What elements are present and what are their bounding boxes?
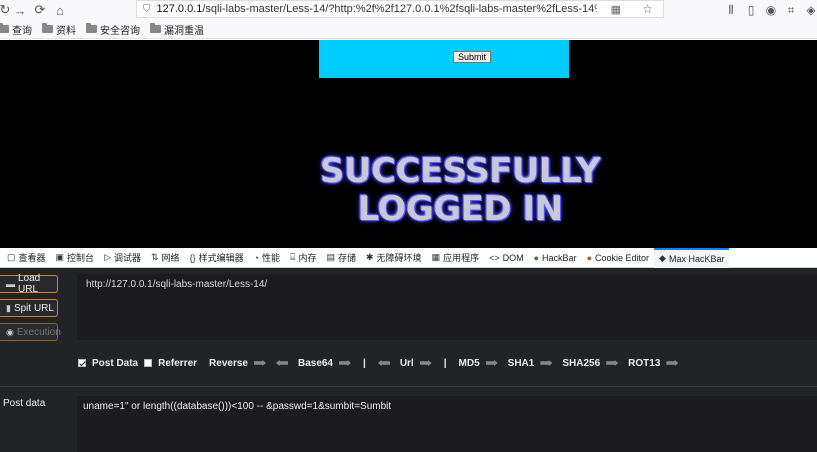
tab-memory[interactable]: ⌸ 内存 [285,248,321,268]
accessibility-icon: ✱ [366,252,374,262]
network-icon: ⇅ [151,252,159,262]
split-url-button[interactable]: ▮ Spit URL [0,299,58,317]
encode-arrow-icon[interactable] [666,360,679,366]
debugger-icon: ▷ [104,252,111,262]
max-hackbar-icon: ◆ [659,253,666,263]
encode-arrow-icon[interactable] [253,360,266,366]
md5-button[interactable]: MD5 [459,358,480,369]
qr-code-icon[interactable]: ▦ [611,3,621,16]
success-line-2: LOGGED IN [357,189,563,229]
reload-icon[interactable]: ↻ [0,0,10,20]
execute-button[interactable]: ◉ Execution [0,323,61,341]
tab-performance[interactable]: ◔ 性能 [249,248,285,268]
login-form-box: Submit [319,40,569,78]
separator: | [363,357,366,369]
toolbar-right: ⫴ ▯ ◉ ⌗ ◈ ≡ [724,0,817,20]
tab-debugger[interactable]: ▷ 调试器 [99,248,146,268]
bookmarks-bar: 查询 资料 安全咨询 漏洞重温 [0,20,817,39]
url-text[interactable]: 127.0.0.1/sqli-labs-master/Less-14/?http… [157,3,597,15]
application-icon: ▦ [431,252,441,262]
encode-arrow-icon[interactable] [419,360,432,366]
home-icon[interactable]: ⌂ [50,0,70,20]
tab-console[interactable]: ▣ 控制台 [51,248,100,268]
referrer-checkbox[interactable] [144,359,153,367]
tab-style-editor[interactable]: {} 样式编辑器 [185,248,249,268]
execute-icon: ◉ [6,326,14,337]
tab-storage[interactable]: ▤ 存储 [321,248,361,268]
bookmark-item[interactable]: 查询 [0,22,32,37]
style-editor-icon: {} [189,252,196,263]
folder-icon [0,23,9,33]
decode-arrow-icon[interactable] [276,360,288,366]
decode-arrow-icon[interactable] [378,360,390,366]
tab-hackbar[interactable]: ● HackBar [529,248,582,268]
separator: | [443,357,447,369]
load-url-button[interactable]: ▬ Load URL [0,273,58,295]
reload-page-icon[interactable]: ⟳ [30,0,50,20]
bookmark-star-icon[interactable]: ☆ [642,2,653,16]
split-icon: ▮ [6,302,11,313]
folder-icon [42,23,53,33]
storage-icon: ▤ [326,252,335,262]
address-bar[interactable]: ⛉ 127.0.0.1/sqli-labs-master/Less-14/?ht… [136,0,664,18]
console-icon: ▣ [55,252,65,262]
encode-arrow-icon[interactable] [606,360,619,366]
reverse-button[interactable]: Reverse [209,358,248,369]
load-icon: ▬ [6,279,15,289]
tab-cookie-editor[interactable]: ● Cookie Editor [582,248,654,268]
devtools-tab-bar: ▢ 查看器 ▣ 控制台 ▷ 调试器 ⇅ 网络 {} 样式编辑器 ◔ 性能 ⌸ 内存 ▤ 存储 ✱… [0,247,817,268]
account-icon[interactable]: ◉ [764,3,778,17]
forward-icon[interactable]: → [10,0,30,20]
post-data-checkbox[interactable] [78,359,86,367]
options-row: Post Data Referrer Reverse Base64 | Url … [78,356,679,370]
tab-network[interactable]: ⇅ 网络 [146,248,185,268]
encode-arrow-icon[interactable] [540,360,553,366]
dom-icon: <> [489,252,500,263]
sha1-button[interactable]: SHA1 [508,358,535,369]
cookie-icon: ● [586,252,592,263]
url-encode-label: Url [399,357,414,369]
encode-arrow-icon[interactable] [339,360,351,366]
url-textarea[interactable]: http://127.0.0.1/sqli-labs-master/Less-1… [77,274,817,340]
tab-accessibility[interactable]: ✱ 无障碍环境 [361,248,427,268]
success-banner: SUCCESSFULLY LOGGED IN [260,152,660,228]
bookmark-item[interactable]: 漏洞重温 [150,22,204,37]
hackbar-icon: ● [533,252,540,263]
folder-icon [150,23,161,33]
page-info-icon[interactable]: ⛉ [143,4,151,15]
bookmark-item[interactable]: 安全咨询 [86,22,140,37]
tab-inspector[interactable]: ▢ 查看器 [2,248,51,268]
library-icon[interactable]: ⫴ [724,3,738,18]
extension-icon[interactable]: ◈ [804,3,817,17]
bookmark-item[interactable]: 资料 [42,22,76,37]
performance-icon: ◔ [253,252,260,263]
memory-icon: ⌸ [290,252,296,262]
sha256-button[interactable]: SHA256 [562,358,600,369]
screenshot-icon[interactable]: ⌗ [784,3,798,18]
folder-icon [86,23,97,33]
rot13-button[interactable]: ROT13 [628,358,660,369]
tab-dom[interactable]: <> DOM [484,248,529,268]
success-line-1: SUCCESSFULLY [319,151,601,191]
web-page: Submit SUCCESSFULLY LOGGED IN [0,40,817,248]
sidebar-icon[interactable]: ▯ [744,3,758,17]
section-divider [0,386,817,387]
base64-label: Base64 [297,357,333,369]
hackbar-panel: ▬ Load URL ▮ Spit URL ◉ Execution http://12… [0,268,817,452]
encode-arrow-icon[interactable] [485,360,498,366]
post-data-textarea[interactable]: uname=1" or length((database()))<100 -- … [77,396,817,452]
post-data-label: Post data [3,398,46,409]
tab-max-hackbar[interactable]: ◆ Max HacKBar [654,247,730,268]
tab-application[interactable]: ▦ 应用程序 [427,248,485,268]
submit-button[interactable]: Submit [453,51,491,63]
inspector-icon: ▢ [7,252,16,262]
